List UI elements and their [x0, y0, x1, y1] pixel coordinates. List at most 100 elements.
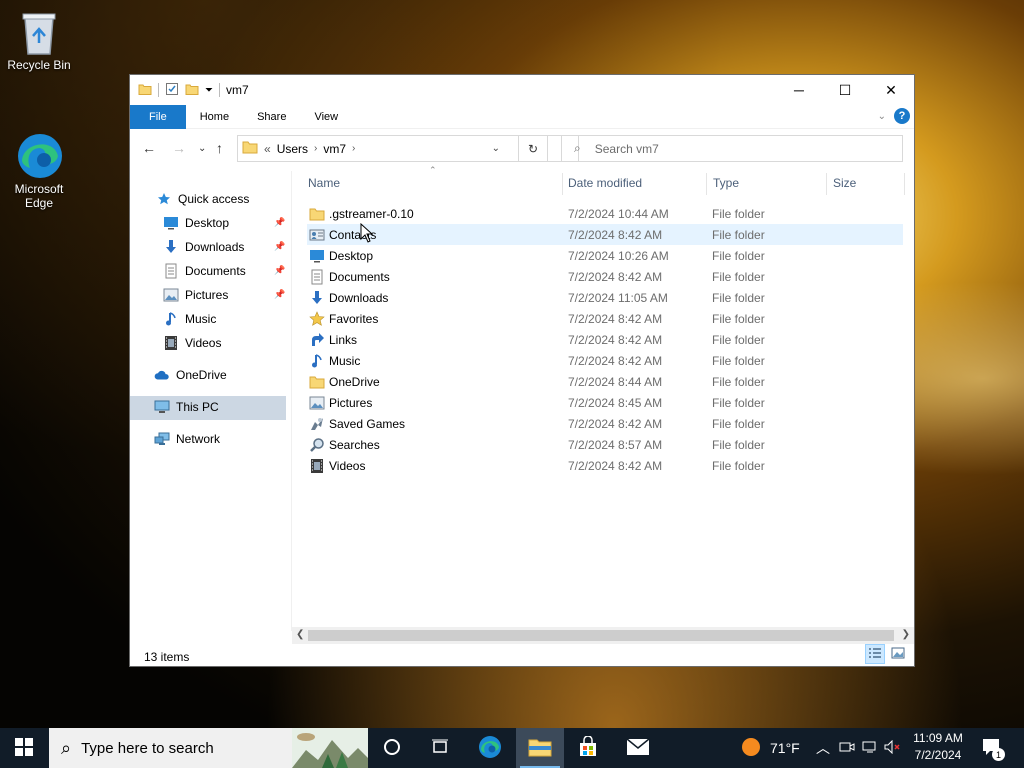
desktop-icon-recycle-bin[interactable]: Recycle Bin — [0, 8, 78, 72]
file-name: OneDrive — [329, 374, 380, 389]
windows-logo-icon — [15, 737, 33, 759]
nav-item-desktop[interactable]: Desktop — [163, 212, 229, 234]
file-date: 7/2/2024 10:44 AM — [568, 206, 669, 221]
file-date: 7/2/2024 8:42 AM — [568, 227, 663, 242]
help-icon[interactable]: ? — [894, 108, 910, 124]
pin-icon[interactable]: 📌 — [274, 265, 285, 276]
details-view-button[interactable] — [865, 644, 885, 664]
nav-item-pictures[interactable]: Pictures — [163, 284, 228, 306]
action-center-button[interactable]: 1 — [982, 728, 1005, 768]
taskbar-store-button[interactable] — [564, 728, 612, 768]
nav-item-documents[interactable]: Documents — [163, 260, 246, 282]
column-date-modified[interactable]: Date modified — [568, 171, 642, 195]
weather-widget[interactable]: 71°F — [740, 728, 800, 768]
list-item[interactable]: Searches 7/2/2024 8:57 AM File folder — [307, 434, 903, 455]
desktop-icon-label: Microsoft Edge — [14, 182, 64, 210]
pin-icon[interactable]: 📌 — [274, 289, 285, 300]
contacts-icon — [309, 227, 325, 243]
list-item[interactable]: Favorites 7/2/2024 8:42 AM File folder — [307, 308, 903, 329]
list-item[interactable]: Contacts 7/2/2024 8:42 AM File folder — [307, 224, 903, 245]
pin-icon[interactable]: 📌 — [274, 217, 285, 228]
network-status-button[interactable] — [862, 728, 878, 768]
show-hidden-icons-button[interactable]: ︿ — [816, 728, 830, 768]
scrollbar-thumb[interactable] — [308, 630, 894, 641]
forward-button[interactable]: → — [172, 140, 186, 156]
list-item[interactable]: Music 7/2/2024 8:42 AM File folder — [307, 350, 903, 371]
file-name: Desktop — [329, 248, 374, 263]
maximize-button[interactable]: ☐ — [822, 75, 868, 105]
navigation-pane: Quick access Desktop 📌 Downloads 📌 Docum… — [130, 171, 291, 631]
scroll-left-icon[interactable]: ❮ — [296, 629, 304, 640]
overflow-chevron-icon[interactable]: « — [264, 142, 271, 156]
title-bar: ⏷ vm7 ─ ☐ ✕ — [130, 75, 914, 105]
clock-date: 7/2/2024 — [914, 748, 962, 762]
list-item[interactable]: Desktop 7/2/2024 10:26 AM File folder — [307, 245, 903, 266]
column-size[interactable]: Size — [833, 171, 856, 195]
list-item[interactable]: Documents 7/2/2024 8:42 AM File folder — [307, 266, 903, 287]
pane-divider[interactable] — [291, 171, 292, 631]
pin-icon[interactable]: 📌 — [274, 241, 285, 252]
new-folder-icon[interactable] — [185, 82, 199, 99]
list-item[interactable]: Pictures 7/2/2024 8:45 AM File folder — [307, 392, 903, 413]
refresh-button[interactable]: ↻ — [518, 135, 548, 162]
nav-item-videos[interactable]: Videos — [163, 332, 221, 354]
minimize-button[interactable]: ─ — [776, 75, 822, 105]
navigation-bar: ← → ⌄ ↑ « Users › vm7 › ⌄ ↻ ⌕ Search vm7 — [130, 131, 914, 167]
list-item[interactable]: OneDrive 7/2/2024 8:44 AM File folder — [307, 371, 903, 392]
list-item[interactable]: Downloads 7/2/2024 11:05 AM File folder — [307, 287, 903, 308]
breadcrumb-separator-icon[interactable]: › — [352, 143, 355, 154]
meet-now-button[interactable] — [839, 728, 855, 768]
customize-toolbar-icon[interactable]: ⏷ — [205, 85, 213, 96]
column-type[interactable]: Type — [713, 171, 739, 195]
breadcrumb-vm7[interactable]: vm7 — [323, 142, 346, 156]
taskbar-file-explorer-button[interactable] — [516, 728, 564, 768]
nav-this-pc[interactable]: This PC — [154, 396, 219, 418]
recent-locations-button[interactable]: ⌄ — [198, 143, 206, 154]
nav-onedrive[interactable]: OneDrive — [154, 364, 227, 386]
tab-file[interactable]: File — [130, 104, 186, 129]
start-button[interactable] — [0, 728, 48, 768]
system-clock[interactable]: 11:09 AM 7/2/2024 — [906, 730, 970, 764]
taskbar-search-input[interactable]: Type here to search — [81, 740, 214, 757]
taskbar-edge-button[interactable] — [466, 728, 514, 768]
list-item[interactable]: Links 7/2/2024 8:42 AM File folder — [307, 329, 903, 350]
list-item[interactable]: Videos 7/2/2024 8:42 AM File folder — [307, 455, 903, 476]
list-item[interactable]: Saved Games 7/2/2024 8:42 AM File folder — [307, 413, 903, 434]
breadcrumb-separator-icon[interactable]: › — [314, 143, 317, 154]
taskbar-search-box[interactable]: ⌕ Type here to search — [49, 728, 368, 768]
breadcrumb-users[interactable]: Users — [277, 142, 308, 156]
column-name[interactable]: Name — [308, 171, 340, 195]
search-input[interactable]: Search vm7 — [595, 142, 659, 156]
properties-icon[interactable] — [165, 82, 179, 99]
close-button[interactable]: ✕ — [868, 75, 914, 105]
file-explorer-icon — [528, 737, 552, 760]
nav-network[interactable]: Network — [154, 428, 220, 450]
file-date: 7/2/2024 8:42 AM — [568, 416, 663, 431]
horizontal-scrollbar[interactable]: ❮ ❯ — [292, 627, 914, 644]
volume-button[interactable] — [884, 728, 902, 768]
large-icons-view-button[interactable] — [888, 644, 908, 664]
nav-quick-access[interactable]: Quick access — [156, 188, 249, 210]
edge-icon — [16, 118, 62, 178]
taskbar-mail-button[interactable] — [614, 728, 662, 768]
file-name: Saved Games — [329, 416, 406, 431]
up-button[interactable]: ↑ — [216, 140, 223, 156]
search-box[interactable]: ⌕ Search vm7 — [561, 135, 903, 162]
tab-home[interactable]: Home — [186, 105, 243, 129]
scroll-right-icon[interactable]: ❯ — [902, 629, 910, 640]
task-view-button[interactable] — [368, 728, 416, 768]
nav-item-music[interactable]: Music — [163, 308, 216, 330]
file-explorer-window: ⏷ vm7 ─ ☐ ✕ File Home Share View ⌄ ? ← →… — [129, 74, 915, 667]
task-view-icon-button[interactable] — [416, 728, 464, 768]
favorites-icon — [309, 310, 325, 327]
address-dropdown-icon[interactable]: ⌄ — [492, 143, 500, 154]
back-button[interactable]: ← — [142, 140, 156, 156]
tab-view[interactable]: View — [300, 105, 352, 129]
tab-share[interactable]: Share — [243, 105, 300, 129]
cortana-icon — [383, 738, 401, 759]
nav-item-downloads[interactable]: Downloads — [163, 236, 244, 258]
file-date: 7/2/2024 8:44 AM — [568, 374, 663, 389]
list-item[interactable]: .gstreamer-0.10 7/2/2024 10:44 AM File f… — [307, 203, 903, 224]
expand-ribbon-icon[interactable]: ⌄ — [878, 111, 886, 122]
desktop-icon-edge[interactable]: Microsoft Edge — [0, 104, 78, 224]
